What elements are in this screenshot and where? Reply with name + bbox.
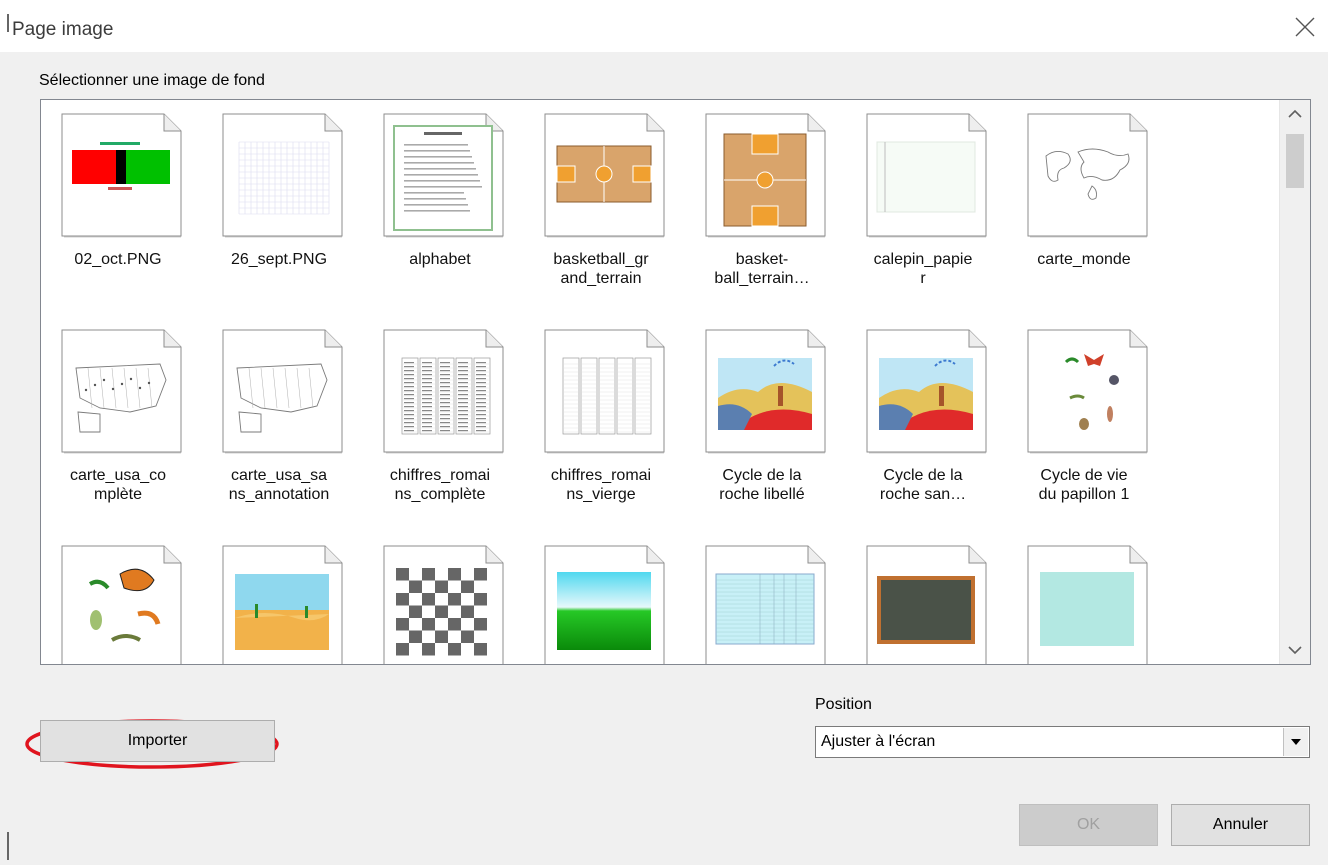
gallery-item[interactable] (204, 534, 354, 664)
title-bar: Page image (0, 0, 1328, 52)
page-thumbnail-icon (866, 545, 987, 664)
page-thumbnail-icon (1027, 545, 1148, 664)
close-icon[interactable] (1292, 14, 1318, 40)
gallery-item[interactable]: basket- ball_terrain… (687, 102, 837, 312)
gallery-item[interactable]: chiffres_romai ns_vierge (526, 318, 676, 528)
page-thumbnail-icon (222, 329, 343, 454)
gallery-item[interactable]: basketball_gr and_terrain (526, 102, 676, 312)
page-thumbnail-icon (705, 329, 826, 454)
scroll-down-icon[interactable] (1280, 636, 1310, 664)
window-title: Page image (12, 19, 114, 40)
page-thumbnail-icon (705, 545, 826, 664)
gallery-item-caption: basketball_gr and_terrain (553, 251, 649, 287)
page-thumbnail-icon (222, 113, 343, 238)
position-select[interactable]: Ajuster à l'écran (815, 726, 1310, 758)
left-edge-mark-lower (7, 832, 9, 860)
page-thumbnail-icon (705, 113, 826, 238)
gallery-item[interactable] (526, 534, 676, 664)
gallery-item-caption: 02_oct.PNG (74, 251, 162, 268)
gallery-item-caption: chiffres_romai ns_complète (389, 467, 491, 503)
gallery-item[interactable] (365, 534, 515, 664)
gallery-item[interactable]: Cycle de vie du papillon 1 (1009, 318, 1159, 528)
page-thumbnail-icon (544, 545, 665, 664)
page-thumbnail-icon (61, 545, 182, 664)
gallery-item-caption: Cycle de vie du papillon 1 (1038, 467, 1130, 503)
scroll-thumb[interactable] (1286, 134, 1304, 188)
gallery-item[interactable]: Cycle de la roche san… (848, 318, 998, 528)
page-thumbnail-icon (61, 113, 182, 238)
page-thumbnail-icon (1027, 329, 1148, 454)
chevron-down-icon[interactable] (1283, 728, 1308, 756)
gallery-item-caption: Cycle de la roche san… (879, 467, 967, 503)
gallery-item[interactable]: calepin_papie r (848, 102, 998, 312)
gallery-item-caption: calepin_papie r (873, 251, 973, 287)
gallery-item[interactable] (43, 534, 193, 664)
import-button[interactable]: Importer (40, 720, 275, 762)
gallery-item-caption: chiffres_romai ns_vierge (550, 467, 652, 503)
image-gallery[interactable]: 02_oct.PNG 26_sept.PNG alphabet basketball_… (40, 99, 1311, 665)
gallery-item[interactable]: chiffres_romai ns_complète (365, 318, 515, 528)
gallery-item[interactable] (687, 534, 837, 664)
page-thumbnail-icon (383, 329, 504, 454)
gallery-item[interactable]: carte_usa_sa ns_annotation (204, 318, 354, 528)
gallery-item[interactable]: Cycle de la roche libellé (687, 318, 837, 528)
gallery-item-caption: basket- ball_terrain… (714, 251, 810, 287)
gallery-item-caption: carte_monde (1037, 251, 1131, 268)
gallery-label: Sélectionner une image de fond (39, 72, 265, 89)
gallery-item-caption: carte_usa_sa ns_annotation (228, 467, 330, 503)
ok-button[interactable]: OK (1019, 804, 1158, 846)
position-select-value: Ajuster à l'écran (821, 733, 936, 750)
scroll-up-icon[interactable] (1280, 100, 1310, 128)
page-thumbnail-icon (383, 545, 504, 664)
cancel-button[interactable]: Annuler (1171, 804, 1310, 846)
page-thumbnail-icon (866, 329, 987, 454)
position-label: Position (815, 696, 872, 713)
page-thumbnail-icon (61, 329, 182, 454)
gallery-item[interactable] (1009, 534, 1159, 664)
page-thumbnail-icon (222, 545, 343, 664)
gallery-item[interactable]: carte_monde (1009, 102, 1159, 312)
gallery-item-caption: alphabet (409, 251, 471, 268)
gallery-item-caption: Cycle de la roche libellé (719, 467, 805, 503)
page-thumbnail-icon (544, 113, 665, 238)
page-thumbnail-icon (383, 113, 504, 238)
vertical-scrollbar[interactable] (1279, 100, 1310, 664)
gallery-item-caption: carte_usa_co mplète (69, 467, 167, 503)
page-thumbnail-icon (866, 113, 987, 238)
gallery-item-caption: 26_sept.PNG (230, 251, 328, 268)
gallery-item[interactable]: alphabet (365, 102, 515, 312)
page-thumbnail-icon (544, 329, 665, 454)
gallery-item[interactable]: carte_usa_co mplète (43, 318, 193, 528)
left-edge-mark (7, 14, 9, 32)
gallery-item[interactable]: 26_sept.PNG (204, 102, 354, 312)
gallery-item[interactable]: 02_oct.PNG (43, 102, 193, 312)
page-thumbnail-icon (1027, 113, 1148, 238)
gallery-item[interactable] (848, 534, 998, 664)
